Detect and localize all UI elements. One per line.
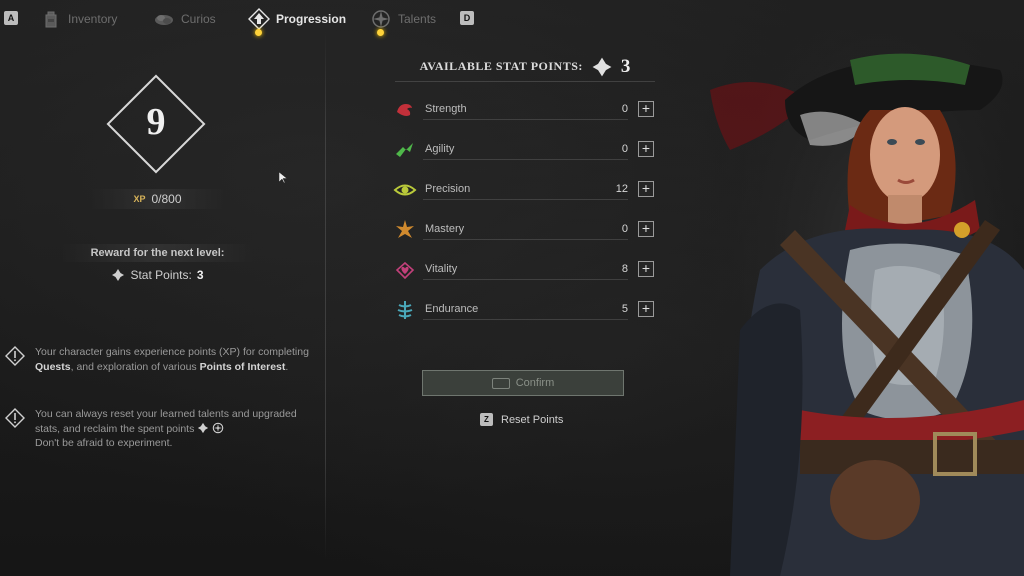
hint-reset: You can always reset your learned talent…: [5, 407, 315, 451]
tab-talents-label: Talents: [398, 12, 437, 26]
confirm-button[interactable]: Confirm: [422, 370, 624, 396]
backpack-icon: [40, 8, 62, 30]
stat-name: Agility: [425, 143, 455, 155]
next-tab-key[interactable]: D: [460, 11, 474, 25]
increase-agility-button[interactable]: +: [638, 141, 654, 157]
increase-vitality-button[interactable]: +: [638, 261, 654, 277]
stat-underline: [423, 319, 628, 320]
stat-value: 12: [615, 183, 628, 195]
increase-mastery-button[interactable]: +: [638, 221, 654, 237]
xp-value: 0/800: [151, 192, 182, 206]
tab-progression-label: Progression: [276, 12, 347, 26]
talents-compass-icon: [370, 8, 392, 36]
hint-xp-text-1: Your character gains experience points (…: [35, 346, 309, 358]
stat-name: Precision: [425, 183, 471, 195]
reward-title: Reward for the next level:: [60, 244, 255, 262]
stat-value: 0: [621, 143, 628, 155]
stat-underline: [423, 159, 628, 160]
xp-icon: XP: [133, 194, 146, 204]
confirm-label: Confirm: [515, 377, 555, 389]
reset-key: Z: [480, 413, 493, 426]
precision-eye-icon: [393, 184, 417, 196]
tab-curios[interactable]: Curios: [153, 6, 216, 32]
info-diamond-icon: [5, 346, 25, 366]
stat-point-icon: [198, 422, 209, 433]
stat-point-icon: [592, 57, 612, 76]
stat-name: Vitality: [425, 263, 458, 275]
tab-talents[interactable]: Talents: [370, 6, 437, 36]
stat-row-vitality: Vitality 8 +: [393, 258, 658, 282]
keyboard-key-icon: [491, 377, 510, 389]
stat-underline: [423, 119, 628, 120]
stat-row-strength: Strength 0 +: [393, 98, 658, 122]
hint-reset-encourage: Don't be afraid to experiment.: [35, 437, 173, 449]
character-portrait: [700, 30, 1024, 576]
available-stat-points: AVAILABLE STAT POINTS: 3: [395, 52, 655, 82]
stat-value: 5: [621, 303, 628, 315]
reward-value: 3: [196, 268, 204, 282]
stat-name: Endurance: [425, 303, 479, 315]
curios-icon: [153, 8, 175, 30]
talent-point-icon: [212, 422, 224, 433]
talents-notification-dot: [377, 29, 384, 36]
prev-tab-key[interactable]: A: [4, 11, 18, 25]
xp-progress: XP 0/800: [90, 189, 225, 209]
stat-name: Mastery: [425, 223, 465, 235]
stat-underline: [423, 279, 628, 280]
character-level: 9: [146, 101, 166, 143]
mouse-cursor: [279, 172, 287, 184]
hint-xp-text-2: , and exploration of various: [70, 360, 200, 373]
stat-value: 0: [621, 223, 628, 235]
stat-point-icon: [112, 269, 125, 281]
stat-underline: [423, 199, 628, 200]
stat-row-endurance: Endurance 5 +: [393, 298, 658, 322]
panel-divider: [325, 30, 326, 560]
mastery-icon: [396, 220, 414, 238]
increase-strength-button[interactable]: +: [638, 101, 654, 117]
tab-progression[interactable]: Progression: [248, 6, 347, 36]
progression-notification-dot: [255, 29, 262, 36]
stat-name: Strength: [425, 103, 467, 115]
hint-xp-quests: Quests: [35, 360, 71, 373]
reset-points-button[interactable]: Z Reset Points: [480, 413, 563, 426]
available-stat-points-value: 3: [620, 55, 631, 77]
hint-xp-poi: Points of Interest: [199, 360, 286, 373]
vitality-heart-icon: [395, 261, 415, 280]
increase-precision-button[interactable]: +: [638, 181, 654, 197]
agility-icon: [396, 143, 413, 157]
hint-xp-text-3: .: [285, 360, 289, 373]
stat-value: 8: [621, 263, 628, 275]
progression-arrow-icon: [248, 8, 270, 36]
strength-icon: [397, 104, 412, 116]
hint-xp: Your character gains experience points (…: [5, 345, 315, 374]
available-stat-points-label: AVAILABLE STAT POINTS:: [419, 59, 583, 73]
hint-reset-text: You can always reset your learned talent…: [35, 408, 297, 435]
reset-label: Reset Points: [501, 413, 564, 426]
stat-underline: [423, 239, 628, 240]
stat-row-mastery: Mastery 0 +: [393, 218, 658, 242]
endurance-icon: [397, 301, 413, 319]
stat-row-agility: Agility 0 +: [393, 138, 658, 162]
reward-stat-points: Stat Points: 3: [60, 268, 255, 282]
tab-inventory-label: Inventory: [68, 12, 118, 26]
stat-value: 0: [621, 103, 628, 115]
reward-label: Stat Points:: [130, 268, 192, 282]
tab-curios-label: Curios: [181, 12, 216, 26]
info-diamond-icon: [5, 408, 25, 428]
increase-endurance-button[interactable]: +: [638, 301, 654, 317]
tab-inventory[interactable]: Inventory: [40, 6, 117, 32]
stat-row-precision: Precision 12 +: [393, 178, 658, 202]
